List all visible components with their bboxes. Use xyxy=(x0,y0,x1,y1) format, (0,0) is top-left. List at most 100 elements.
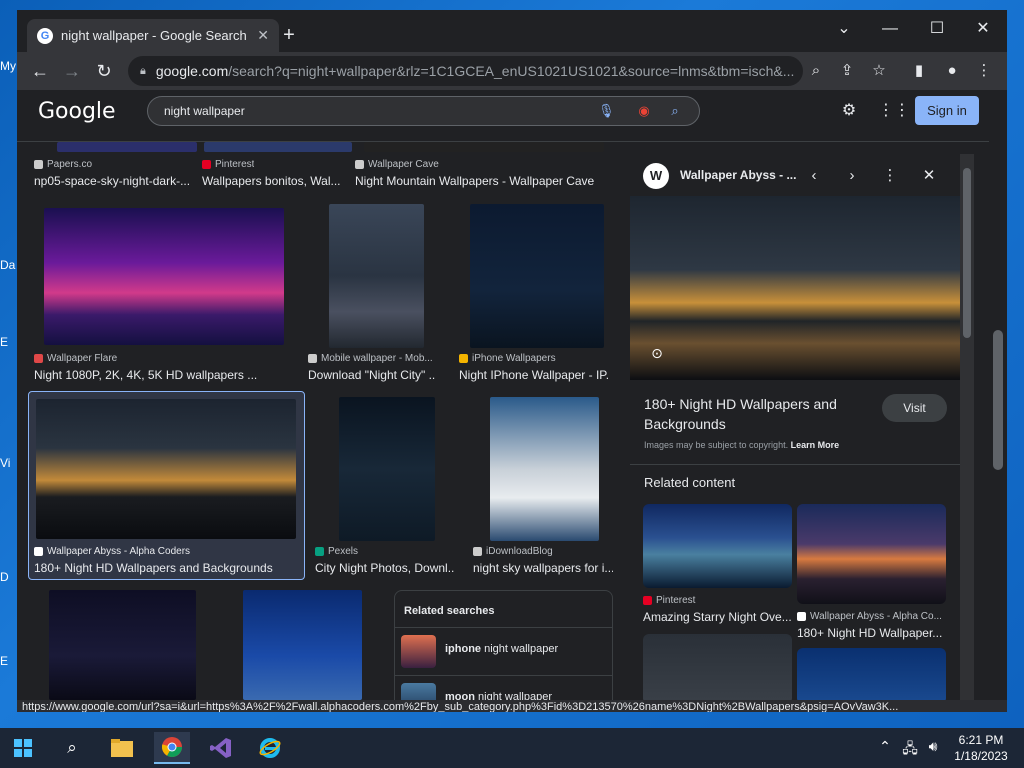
result-source[interactable]: Wallpaper Abyss - Alpha Coders xyxy=(34,546,190,557)
related-content-image[interactable] xyxy=(643,504,792,588)
panel-site-name[interactable]: Wallpaper Abyss - ... xyxy=(680,168,796,182)
result-image[interactable] xyxy=(243,590,362,700)
bookmark-star-icon[interactable]: ☆ xyxy=(869,61,889,81)
close-panel-icon[interactable]: ✕ xyxy=(919,166,939,186)
related-search-item[interactable]: iphone night wallpaper xyxy=(395,627,612,673)
side-panel-icon[interactable]: ▮ xyxy=(909,61,929,81)
settings-gear-icon[interactable]: ⚙ xyxy=(838,100,860,122)
tray-chevron-icon[interactable]: ⌃ xyxy=(876,738,894,755)
network-icon[interactable]: 🖧︎ xyxy=(901,738,919,762)
related-searches-title: Related searches xyxy=(404,605,495,617)
result-source[interactable]: Wallpaper Flare xyxy=(34,353,117,364)
tab-google-search[interactable]: G night wallpaper - Google Search ✕ xyxy=(27,19,279,52)
result-image[interactable] xyxy=(204,142,352,152)
more-options-icon[interactable]: ⋮ xyxy=(880,166,900,186)
related-content-source[interactable]: Pinterest xyxy=(643,595,791,606)
learn-more-link[interactable]: Learn More xyxy=(791,440,840,450)
internet-explorer-icon[interactable] xyxy=(252,732,288,764)
result-source[interactable]: Wallpaper Cave xyxy=(355,159,439,170)
profile-icon[interactable]: ● xyxy=(942,61,962,81)
result-caption[interactable]: Download "Night City" ... xyxy=(308,368,436,382)
result-image[interactable] xyxy=(364,142,604,152)
sign-in-button[interactable]: Sign in xyxy=(915,96,979,125)
desktop-icon-label[interactable]: Vi xyxy=(0,456,18,470)
tab-search-chevron-icon[interactable]: ⌄ xyxy=(821,14,867,44)
panel-image-title[interactable]: 180+ Night HD Wallpapers and Backgrounds xyxy=(644,394,874,434)
result-caption[interactable]: Night 1080P, 2K, 4K, 5K HD wallpapers ..… xyxy=(34,368,304,382)
close-window-button[interactable]: ✕ xyxy=(960,14,1006,44)
result-source[interactable]: iDownloadBlog xyxy=(473,546,553,557)
desktop-icon-label[interactable]: Da xyxy=(0,258,18,272)
status-bar: https://www.google.com/url?sa=i&url=http… xyxy=(17,700,1007,712)
result-source[interactable]: Papers.co xyxy=(34,159,92,170)
lens-icon[interactable]: ⊙ xyxy=(648,344,666,362)
forward-button[interactable]: → xyxy=(60,59,84,83)
result-source[interactable]: Pexels xyxy=(315,546,358,557)
chrome-icon[interactable] xyxy=(154,732,190,764)
visit-button[interactable]: Visit xyxy=(882,394,947,422)
result-source[interactable]: Pinterest xyxy=(202,159,254,170)
menu-kebab-icon[interactable]: ⋮ xyxy=(974,61,994,81)
desktop-icon-label[interactable]: E xyxy=(0,335,18,349)
search-input[interactable]: night wallpaper xyxy=(164,104,245,118)
start-button[interactable] xyxy=(5,732,41,764)
search-box[interactable]: night wallpaper 🎙︎ ◉ ⌕ xyxy=(147,96,700,126)
google-logo[interactable]: Google xyxy=(38,99,116,124)
google-favicon-icon: G xyxy=(37,27,53,44)
related-content-caption[interactable]: Amazing Starry Night Ove... xyxy=(643,610,791,624)
new-tab-button[interactable]: + xyxy=(277,23,301,47)
volume-icon[interactable]: 🔊︎ xyxy=(924,738,942,755)
previous-icon[interactable]: ‹ xyxy=(804,166,824,186)
related-content-source[interactable]: Wallpaper Abyss - Alpha Co... xyxy=(797,611,945,622)
result-caption[interactable]: np05-space-sky-night-dark-... xyxy=(34,174,194,188)
lock-icon[interactable]: 🔒︎ xyxy=(140,65,146,78)
file-explorer-icon[interactable] xyxy=(104,732,140,764)
back-button[interactable]: ← xyxy=(28,59,52,83)
maximize-button[interactable]: ☐ xyxy=(914,14,960,44)
copyright-notice: Images may be subject to copyright. Lear… xyxy=(644,440,840,450)
result-source[interactable]: Mobile wallpaper - Mob... xyxy=(308,353,436,364)
result-caption[interactable]: 180+ Night HD Wallpapers and Backgrounds xyxy=(34,561,299,575)
apps-grid-icon[interactable]: ⋮⋮ xyxy=(878,100,910,122)
page-scrollbar[interactable] xyxy=(989,90,1007,700)
browser-toolbar: ← → ↻ 🔒︎ google.com/search?q=night+wallp… xyxy=(17,52,1007,90)
search-icon[interactable]: ⌕ xyxy=(667,103,683,119)
result-source[interactable]: iPhone Wallpapers xyxy=(459,353,556,364)
share-icon[interactable]: ⇪ xyxy=(837,61,857,81)
desktop-icon-label[interactable]: E xyxy=(0,654,18,668)
desktop-icon-label[interactable]: My xyxy=(0,59,18,73)
related-content-caption[interactable]: 180+ Night HD Wallpaper... xyxy=(797,626,945,640)
desktop-icon-label[interactable]: D xyxy=(0,570,18,584)
result-image[interactable] xyxy=(49,590,196,700)
result-image-selected[interactable] xyxy=(36,399,296,539)
result-image[interactable] xyxy=(329,204,424,348)
address-bar[interactable]: 🔒︎ google.com/search?q=night+wallpaper&r… xyxy=(128,56,803,86)
clock[interactable]: 6:21 PM 1/18/2023 xyxy=(946,732,1016,764)
result-image[interactable] xyxy=(490,397,599,541)
search-icon[interactable]: ⌕ xyxy=(54,732,90,764)
voice-search-icon[interactable]: 🎙︎ xyxy=(598,103,615,119)
related-content-image[interactable] xyxy=(797,648,946,704)
browser-window: G night wallpaper - Google Search ✕ + ⌄ … xyxy=(17,10,1007,712)
result-caption[interactable]: Night IPhone Wallpaper - IP... xyxy=(459,368,609,382)
related-content-image[interactable] xyxy=(643,634,792,704)
reload-button[interactable]: ↻ xyxy=(92,59,116,83)
lens-search-icon[interactable]: ◉ xyxy=(636,103,652,119)
result-image[interactable] xyxy=(339,397,435,541)
preview-image[interactable] xyxy=(630,196,960,380)
result-caption[interactable]: Wallpapers bonitos, Wal... xyxy=(202,174,342,188)
close-tab-icon[interactable]: ✕ xyxy=(257,27,269,44)
zoom-icon[interactable]: ⌕ xyxy=(806,61,826,81)
minimize-button[interactable]: — xyxy=(867,14,913,44)
result-caption[interactable]: City Night Photos, Downl... xyxy=(315,561,455,575)
related-content-image[interactable] xyxy=(797,504,946,604)
result-caption[interactable]: night sky wallpapers for i... xyxy=(473,561,613,575)
result-image[interactable] xyxy=(44,208,284,345)
result-caption[interactable]: Night Mountain Wallpapers - Wallpaper Ca… xyxy=(355,174,605,188)
visual-studio-icon[interactable] xyxy=(203,732,239,764)
next-icon[interactable]: › xyxy=(842,166,862,186)
panel-scrollbar[interactable] xyxy=(960,154,974,700)
related-searches-box: Related searches iphone night wallpaper … xyxy=(394,590,613,712)
result-image[interactable] xyxy=(57,142,197,152)
result-image[interactable] xyxy=(470,204,604,348)
